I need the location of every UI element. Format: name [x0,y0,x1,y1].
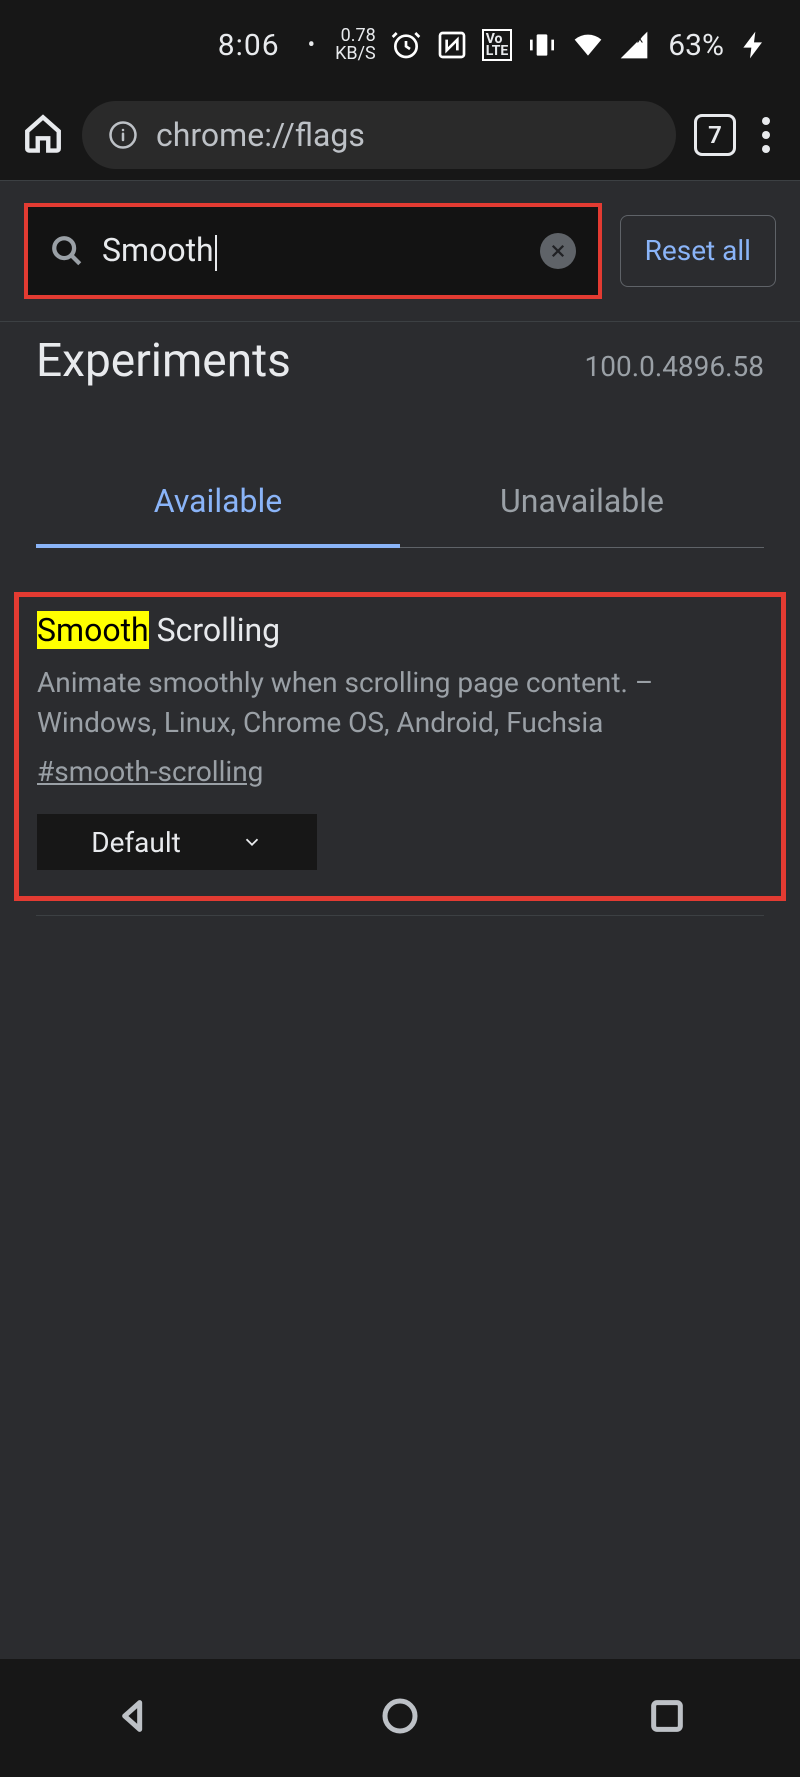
home-button-nav[interactable] [380,1696,420,1740]
page-title: Experiments [36,334,291,388]
home-icon [22,112,64,154]
search-value: Smooth [102,231,522,271]
search-input[interactable]: Smooth [28,207,598,295]
flag-anchor-link[interactable]: #smooth-scrolling [37,755,763,788]
url-text: chrome://flags [156,116,365,154]
flag-description: Animate smoothly when scrolling page con… [37,663,763,743]
flag-title-rest: Scrolling [149,611,280,649]
battery-percent: 63% [668,28,724,63]
square-icon [647,1696,687,1736]
chrome-version: 100.0.4896.58 [584,350,764,383]
clear-search-button[interactable] [540,233,576,269]
vibrate-icon [526,29,558,61]
status-separator-dot: • [308,33,315,58]
search-highlight-box: Smooth [24,203,602,299]
flags-page: Smooth Reset all Experiments 100.0.4896.… [0,180,800,1659]
nfc-icon [436,29,468,61]
svg-text:x: x [637,31,644,46]
search-icon [50,234,84,268]
home-button[interactable] [22,112,64,158]
alarm-icon [390,29,422,61]
flag-item-highlight-box: Smooth Scrolling Animate smoothly when s… [14,592,786,901]
volte-icon: VoLTE [482,29,513,61]
tab-unavailable[interactable]: Unavailable [400,458,764,547]
flag-state-dropdown[interactable]: Default [37,814,317,870]
page-header: Experiments 100.0.4896.58 [0,321,800,428]
flag-state-value: Default [91,826,181,859]
chevron-down-icon [241,831,263,853]
tab-available[interactable]: Available [36,458,400,548]
status-time: 8:06 [218,28,280,63]
divider [36,915,764,916]
reset-all-button[interactable]: Reset all [620,215,776,287]
close-icon [549,242,567,260]
signal-icon: x [618,29,650,61]
browser-toolbar: chrome://flags 7 [0,90,800,180]
flag-title: Smooth Scrolling [37,611,763,649]
system-navigation-bar [0,1659,800,1777]
recents-button[interactable] [647,1696,687,1740]
overflow-menu-button[interactable] [754,113,778,157]
tabs: Available Unavailable [36,458,764,548]
flag-title-highlight: Smooth [37,611,149,649]
tab-switcher-button[interactable]: 7 [694,114,736,156]
status-bar: 8:06 • 0.78 KB/S VoLTE x 63% [0,0,800,90]
text-cursor [215,235,217,271]
address-bar[interactable]: chrome://flags [82,101,676,169]
network-speed-indicator: 0.78 KB/S [335,27,376,63]
info-icon [108,120,138,150]
wifi-icon [572,29,604,61]
back-icon [113,1696,153,1736]
circle-icon [380,1696,420,1736]
back-button[interactable] [113,1696,153,1740]
tab-count-label: 7 [708,121,722,149]
charging-icon [738,29,770,61]
search-row: Smooth Reset all [0,181,800,321]
